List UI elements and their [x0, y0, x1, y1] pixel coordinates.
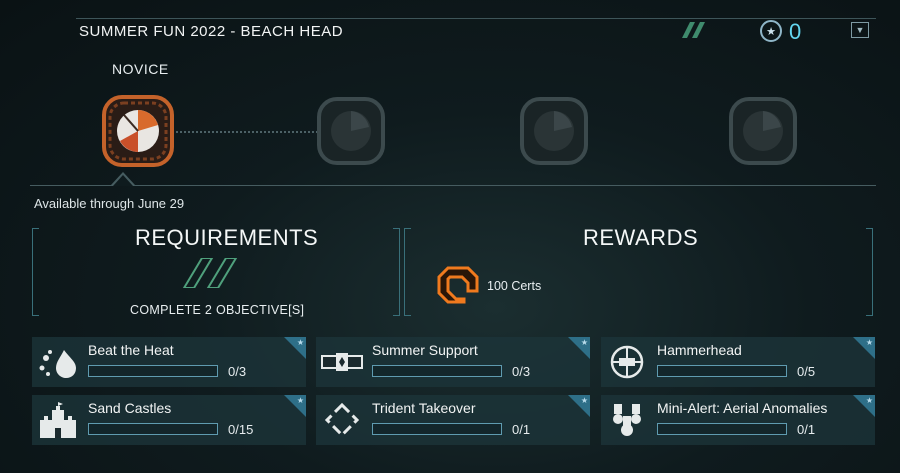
castle-icon: [40, 402, 76, 438]
objective-name: Trident Takeover: [372, 400, 476, 416]
objective-progress-bar: [657, 423, 787, 435]
objective-name: Mini-Alert: Aerial Anomalies: [657, 400, 828, 416]
requirements-bracket-right: [393, 228, 400, 316]
objective-progress-bar: [88, 365, 218, 377]
star-icon: ★: [580, 396, 588, 405]
page-title: SUMMER FUN 2022 - BEACH HEAD: [79, 23, 344, 40]
objective-card-sand-castles[interactable]: ★ Sand Castles 0/15: [32, 395, 306, 445]
objective-progress: 0/5: [797, 364, 816, 379]
star-icon: ★: [296, 338, 304, 347]
availability-text: Available through June 29: [34, 196, 185, 211]
rewards-title: REWARDS: [583, 225, 699, 250]
rewards-bracket-left: [404, 228, 411, 316]
objective-progress-bar: [88, 423, 218, 435]
objective-name: Hammerhead: [657, 342, 742, 358]
objective-progress: 0/3: [512, 364, 531, 379]
objective-progress: 0/1: [512, 422, 531, 437]
tier-medal-novice[interactable]: [100, 93, 176, 169]
header-divider: [76, 18, 876, 19]
objective-name: Sand Castles: [88, 400, 172, 416]
tier-medal-locked-3[interactable]: [725, 93, 801, 169]
tier-divider: [30, 185, 876, 186]
star-count: 0: [789, 19, 802, 44]
star-icon: ★: [580, 338, 588, 347]
tier-medal-locked-1[interactable]: [313, 93, 389, 169]
medals-icon: [613, 404, 641, 436]
objective-name: Beat the Heat: [88, 342, 174, 358]
chevron-down-icon: ▼: [855, 25, 865, 35]
requirements-bracket-left: [32, 228, 39, 316]
requirements-slashes-icon: [182, 258, 238, 288]
crosshair-icon: [610, 345, 644, 379]
diamond-icon: [324, 402, 360, 438]
objective-progress: 0/1: [797, 422, 816, 437]
requirements-text: COMPLETE 2 OBJECTIVE[S]: [130, 303, 305, 317]
support-icon: [321, 353, 363, 371]
requirements-title: REQUIREMENTS: [135, 225, 319, 250]
dropdown-button[interactable]: ▼: [851, 22, 869, 38]
objective-card-hammerhead[interactable]: ★ Hammerhead 0/5: [601, 337, 875, 387]
objective-card-mini-alert-aerial-anomalies[interactable]: ★ Mini-Alert: Aerial Anomalies 0/1: [601, 395, 875, 445]
objective-progress-bar: [372, 365, 502, 377]
certs-icon: [437, 266, 479, 304]
objective-progress: 0/15: [228, 422, 254, 437]
objective-card-trident-takeover[interactable]: ★ Trident Takeover 0/1: [316, 395, 590, 445]
tier-pointer-inner: [113, 175, 133, 186]
reward-item-label: 100 Certs: [487, 279, 542, 293]
objective-card-summer-support[interactable]: ★ Summer Support 0/3: [316, 337, 590, 387]
objective-card-beat-the-heat[interactable]: ★ Beat the Heat 0/3: [32, 337, 306, 387]
star-icon: ★: [296, 396, 304, 405]
objective-progress: 0/3: [228, 364, 247, 379]
star-icon: ★: [865, 338, 873, 347]
objective-name: Summer Support: [372, 342, 478, 358]
tier-medal-locked-2[interactable]: [516, 93, 592, 169]
star-icon: ★: [865, 396, 873, 405]
splash-icon: [39, 350, 76, 378]
tier-label-novice: NOVICE: [112, 61, 169, 77]
objective-progress-bar: [657, 365, 787, 377]
objective-progress-bar: [372, 423, 502, 435]
rewards-bracket-right: [866, 228, 873, 316]
tier-connector: [176, 131, 318, 133]
star-badge-icon: ★: [760, 20, 782, 42]
slashes-icon: [682, 22, 705, 38]
